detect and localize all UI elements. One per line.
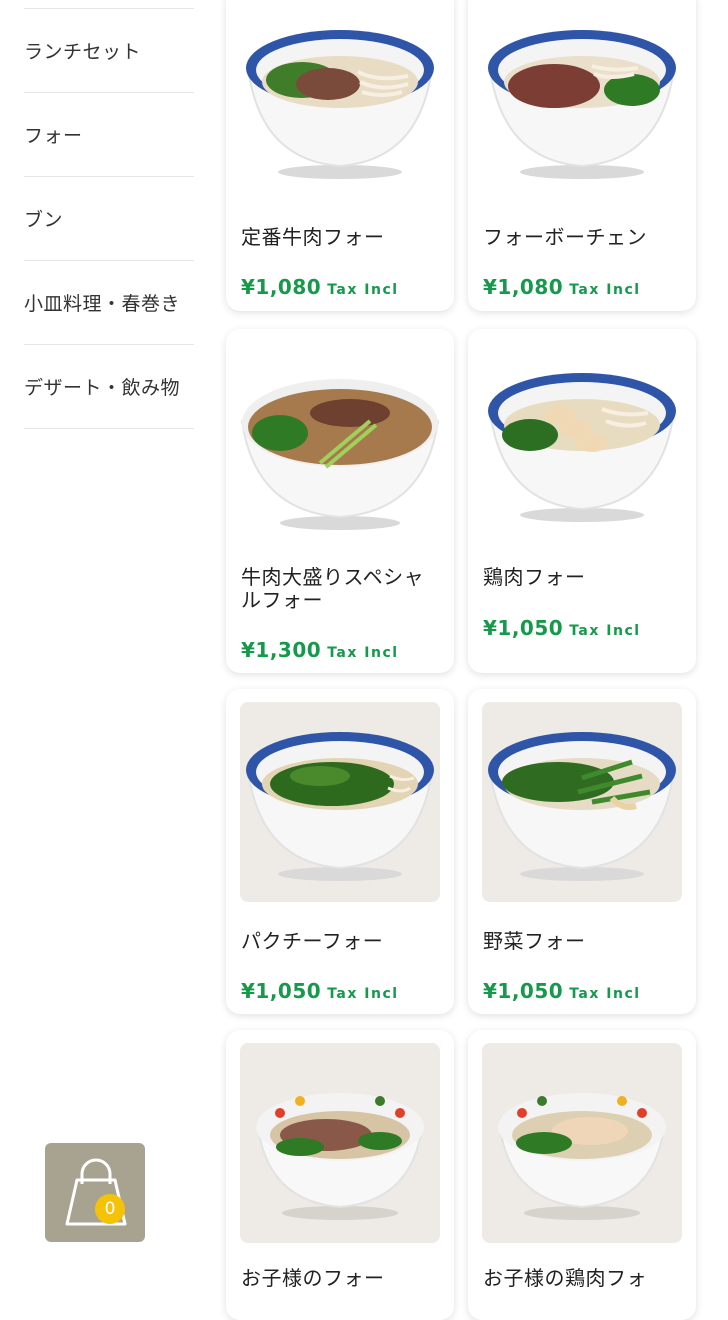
price-value: ¥1,080	[483, 275, 564, 299]
price-value: ¥1,050	[483, 979, 564, 1003]
cart-button[interactable]: 0	[45, 1143, 145, 1242]
product-name: 牛肉大盛りスペシャルフォー	[241, 565, 425, 612]
product-name: 鶏肉フォー	[483, 565, 586, 589]
cart-count-badge: 0	[95, 1194, 125, 1224]
category-lunch-set[interactable]: ランチセット	[24, 9, 194, 93]
product-name: 野菜フォー	[483, 929, 586, 953]
price-value: ¥1,050	[241, 979, 322, 1003]
divider	[24, 0, 194, 9]
category-bun[interactable]: ブン	[24, 177, 194, 261]
product-card[interactable]: パクチーフォー ¥1,050 Tax Incl	[226, 689, 454, 1014]
category-small-dishes[interactable]: 小皿料理・春巻き	[24, 261, 194, 345]
product-card[interactable]: お子様のフォー	[226, 1030, 454, 1320]
product-name: フォーボーチェン	[483, 225, 647, 249]
product-name: お子様のフォー	[241, 1266, 385, 1290]
product-image	[240, 343, 440, 543]
product-image	[482, 1043, 682, 1243]
product-image	[482, 0, 682, 200]
tax-label: Tax Incl	[569, 623, 641, 639]
product-card[interactable]: 牛肉大盛りスペシャルフォー ¥1,300 Tax Incl	[226, 329, 454, 673]
product-name: 定番牛肉フォー	[241, 225, 385, 249]
product-card[interactable]: フォーボーチェン ¥1,080 Tax Incl	[468, 0, 696, 311]
product-price: ¥1,300 Tax Incl	[241, 638, 399, 662]
product-name: パクチーフォー	[241, 929, 384, 953]
tax-label: Tax Incl	[327, 645, 399, 661]
tax-label: Tax Incl	[569, 986, 641, 1002]
category-dessert-drinks[interactable]: デザート・飲み物	[24, 345, 194, 429]
price-value: ¥1,050	[483, 616, 564, 640]
product-card[interactable]: お子様の鶏肉フォ	[468, 1030, 696, 1320]
product-card[interactable]: 野菜フォー ¥1,050 Tax Incl	[468, 689, 696, 1014]
price-value: ¥1,300	[241, 638, 322, 662]
price-value: ¥1,080	[241, 275, 322, 299]
product-price: ¥1,050 Tax Incl	[483, 979, 641, 1003]
product-price: ¥1,050 Tax Incl	[241, 979, 399, 1003]
product-image	[240, 1043, 440, 1243]
product-price: ¥1,080 Tax Incl	[241, 275, 399, 299]
product-name: お子様の鶏肉フォ	[483, 1266, 647, 1290]
product-card[interactable]: 定番牛肉フォー ¥1,080 Tax Incl	[226, 0, 454, 311]
product-card[interactable]: 鶏肉フォー ¥1,050 Tax Incl	[468, 329, 696, 673]
product-image	[240, 0, 440, 200]
category-pho[interactable]: フォー	[24, 93, 194, 177]
product-image	[482, 343, 682, 543]
tax-label: Tax Incl	[327, 282, 399, 298]
product-price: ¥1,080 Tax Incl	[483, 275, 641, 299]
tax-label: Tax Incl	[569, 282, 641, 298]
tax-label: Tax Incl	[327, 986, 399, 1002]
category-sidebar: ランチセット フォー ブン 小皿料理・春巻き デザート・飲み物	[24, 0, 194, 429]
product-price: ¥1,050 Tax Incl	[483, 616, 641, 640]
product-image	[240, 702, 440, 902]
product-image	[482, 702, 682, 902]
